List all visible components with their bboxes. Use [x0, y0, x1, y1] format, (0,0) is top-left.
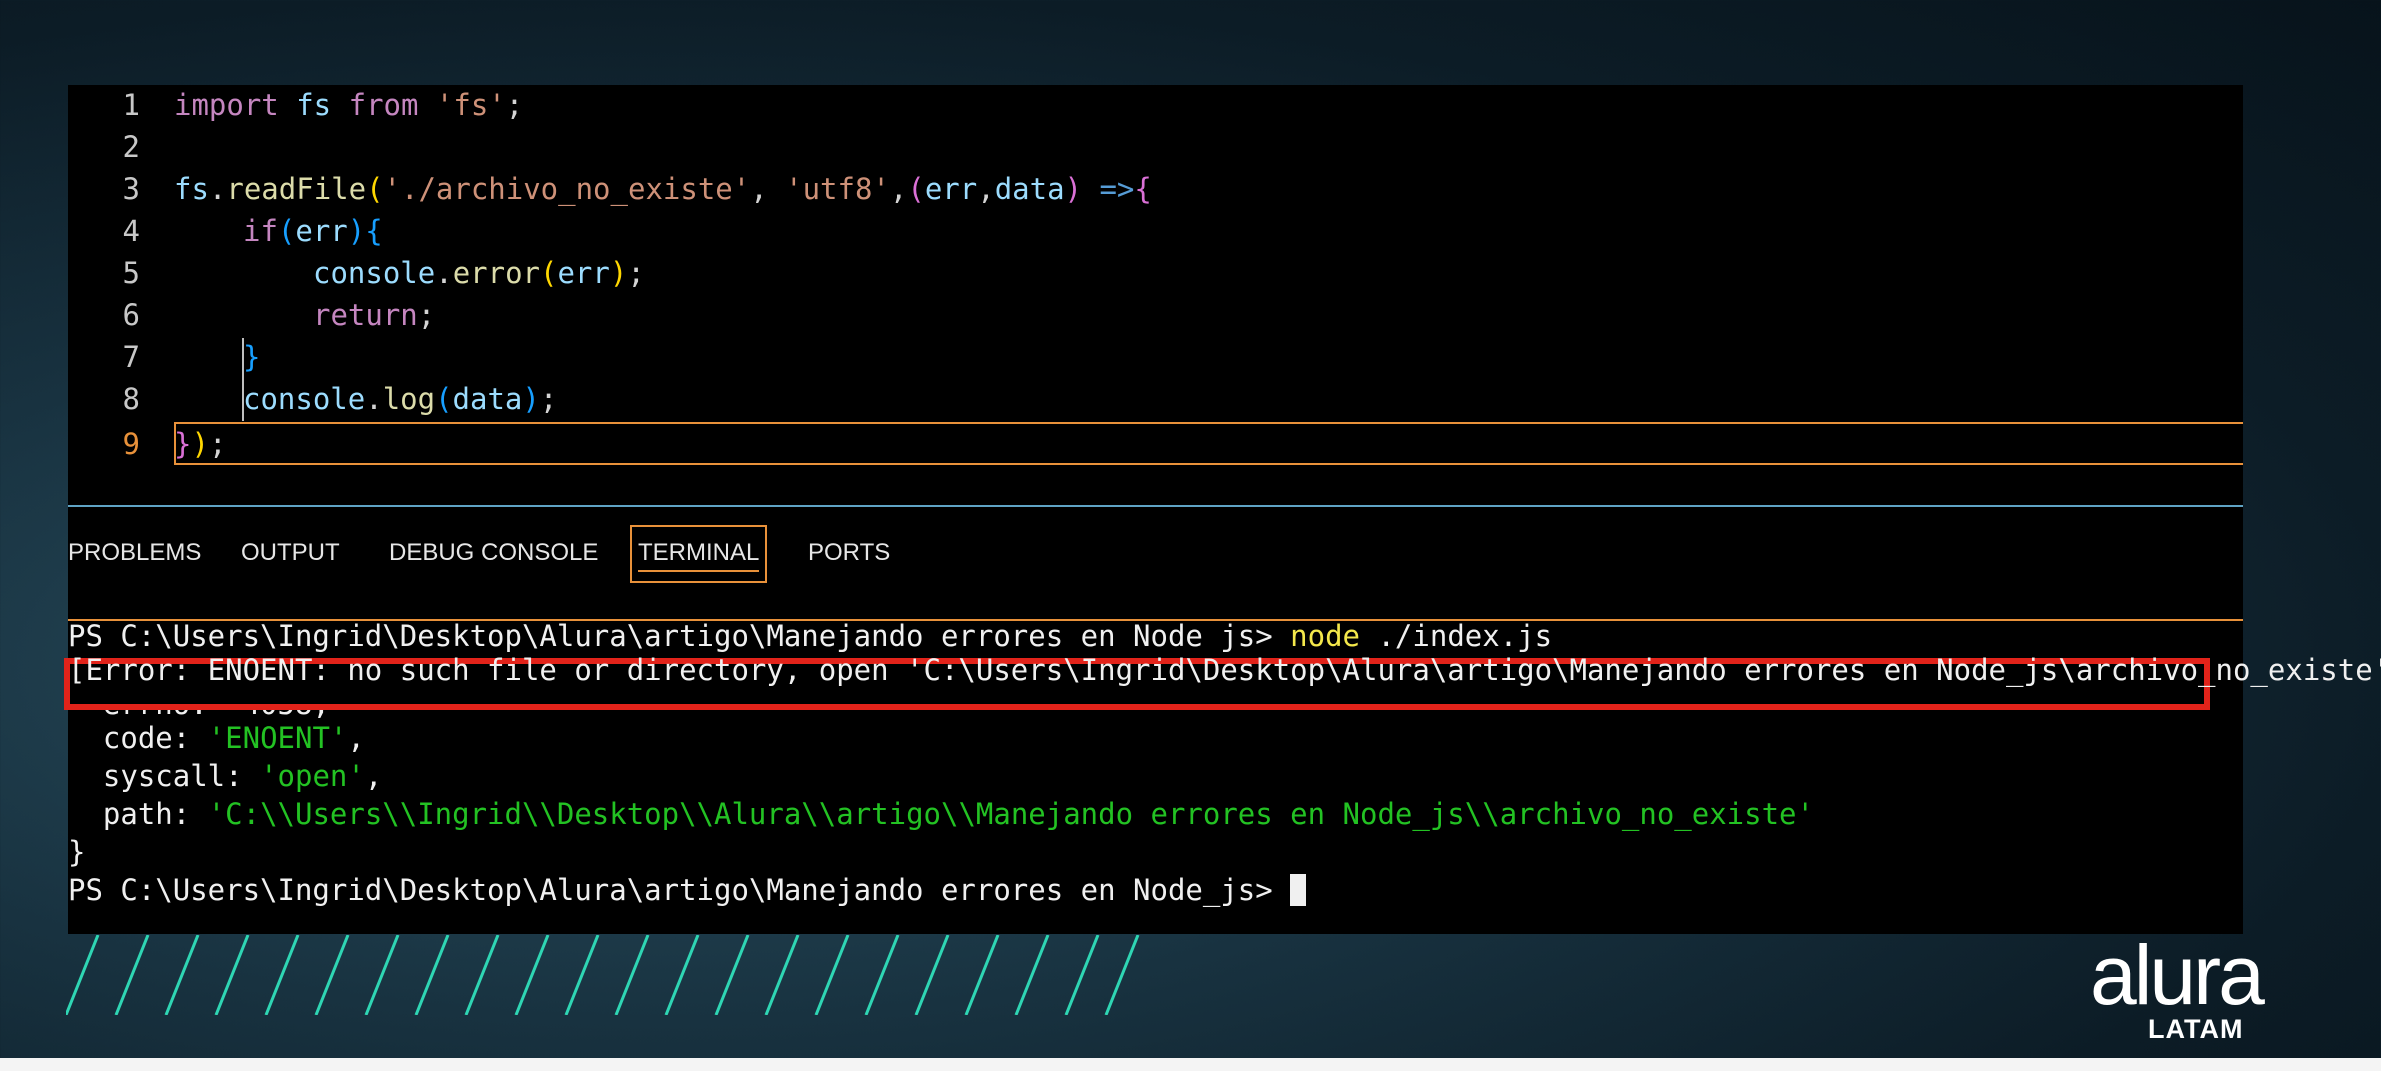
code-editor[interactable]: 1 import fs from 'fs'; 2 3 fs.readFile('… [68, 85, 2243, 505]
code-line-3[interactable]: 3 fs.readFile('./archivo_no_existe', 'ut… [68, 169, 2243, 209]
code-line-7[interactable]: 7 } [68, 337, 2243, 377]
line-number: 7 [122, 340, 140, 374]
tab-problems[interactable]: PROBLEMS [68, 537, 201, 569]
tab-terminal-label: TERMINAL [638, 539, 760, 572]
terminal-line-syscall: syscall: 'open', [68, 759, 383, 793]
code-text: console.error(err); [313, 256, 645, 290]
code-line-4[interactable]: 4 if(err){ [68, 211, 2243, 251]
code-line-8[interactable]: 8 console.log(data); [68, 379, 2243, 419]
line-number: 8 [122, 382, 140, 416]
code-line-2[interactable]: 2 [68, 127, 2243, 167]
terminal-line-command: PS C:\Users\Ingrid\Desktop\Alura\artigo\… [68, 619, 1553, 653]
line-number: 5 [122, 256, 140, 290]
code-line-5[interactable]: 5 console.error(err); [68, 253, 2243, 293]
code-text: return; [313, 298, 436, 332]
line-number: 6 [122, 298, 140, 332]
code-text: import fs from 'fs'; [174, 88, 524, 122]
code-line-6[interactable]: 6 return; [68, 295, 2243, 335]
terminal-line-close: } [68, 835, 86, 869]
terminal-line-path: path: 'C:\\Users\\Ingrid\\Desktop\\Alura… [68, 797, 1814, 831]
tab-debug-console[interactable]: DEBUG CONSOLE [389, 537, 598, 569]
code-line-1[interactable]: 1 import fs from 'fs'; [68, 85, 2243, 125]
line-number: 9 [122, 427, 140, 461]
code-text: } [243, 340, 261, 374]
line-number: 1 [122, 88, 140, 122]
code-text: }); [174, 427, 227, 461]
line-number: 3 [122, 172, 140, 206]
terminal-line-error: [Error: ENOENT: no such file or director… [68, 653, 2381, 687]
line-number: 2 [122, 130, 140, 164]
logo-subtitle: LATAM [2148, 1014, 2244, 1044]
terminal-line-prompt[interactable]: PS C:\Users\Ingrid\Desktop\Alura\artigo\… [68, 871, 1307, 909]
logo-wordmark: alura [2090, 928, 2265, 1022]
tab-ports[interactable]: PORTS [808, 537, 890, 569]
code-text: fs.readFile('./archivo_no_existe', 'utf8… [174, 172, 1152, 206]
line-number: 4 [122, 214, 140, 248]
code-line-9[interactable]: 9 }); [68, 424, 2243, 464]
bottom-strip [0, 1058, 2381, 1071]
decorative-stripes [66, 935, 1140, 1015]
terminal-panel[interactable]: PROBLEMS OUTPUT DEBUG CONSOLE TERMINAL P… [64, 505, 2381, 934]
code-text: if(err){ [243, 214, 383, 248]
terminal-line-code: code: 'ENOENT', [68, 721, 365, 755]
terminal-cursor [1290, 874, 1307, 906]
code-text: console.log(data); [243, 382, 558, 416]
tab-output[interactable]: OUTPUT [241, 537, 340, 569]
tab-terminal[interactable]: TERMINAL [630, 525, 768, 583]
alura-latam-logo: alura LATAM [2090, 928, 2265, 1043]
